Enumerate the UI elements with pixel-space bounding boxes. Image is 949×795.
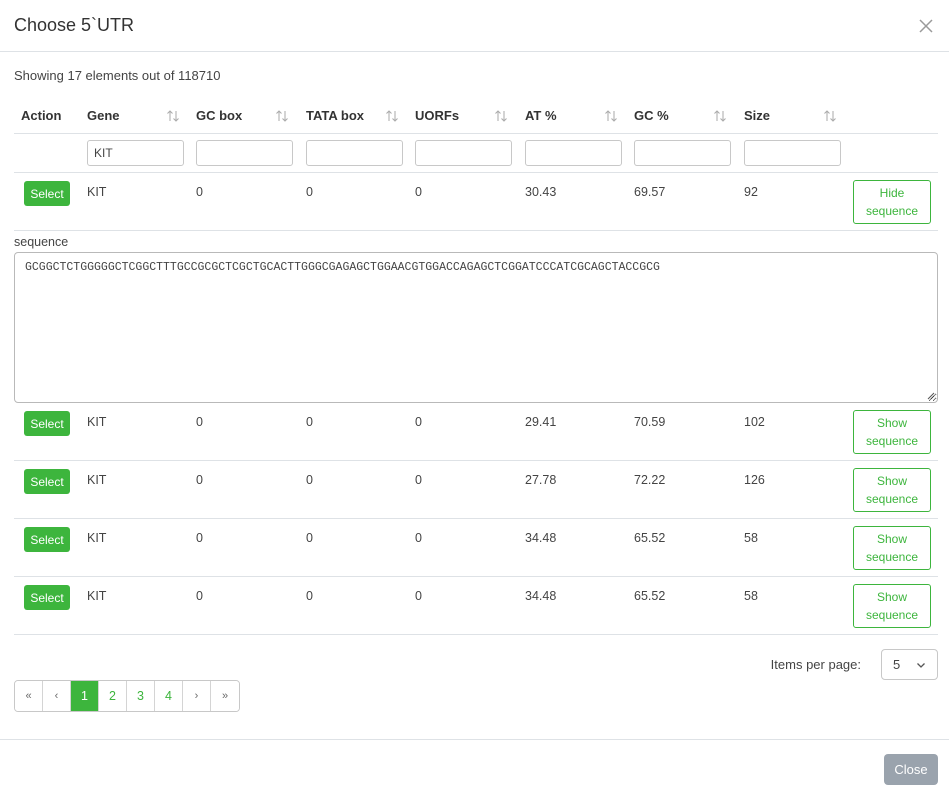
- sort-icon[interactable]: [275, 109, 289, 123]
- page-button-2[interactable]: 2: [99, 681, 127, 711]
- gc-filter-input[interactable]: [634, 140, 731, 166]
- gc-box-cell: 0: [196, 185, 203, 199]
- uorfs-cell: 0: [415, 415, 422, 429]
- close-button[interactable]: Close: [884, 754, 938, 785]
- prev-page-button[interactable]: ‹: [43, 681, 71, 711]
- gc-cell: 70.59: [634, 415, 666, 429]
- sort-icon[interactable]: [385, 109, 399, 123]
- size-filter-input[interactable]: [744, 140, 841, 166]
- at-cell: 29.41: [525, 415, 557, 429]
- table-row: Select KIT 0 0 0 29.41 70.59 102 Show se…: [14, 403, 938, 461]
- sort-icon[interactable]: [494, 109, 508, 123]
- size-cell: 92: [744, 185, 758, 199]
- tata-box-filter-input[interactable]: [306, 140, 403, 166]
- at-cell: 30.43: [525, 185, 557, 199]
- column-header-gc[interactable]: GC %: [634, 108, 669, 123]
- last-page-button[interactable]: »: [211, 681, 239, 711]
- gc-box-cell: 0: [196, 473, 203, 487]
- gene-cell: KIT: [87, 589, 107, 603]
- items-per-page-value: 5: [893, 657, 901, 672]
- size-cell: 126: [744, 473, 765, 487]
- page-button-1[interactable]: 1: [71, 681, 99, 711]
- column-header-gene[interactable]: Gene: [87, 108, 120, 123]
- resize-grip-icon[interactable]: [925, 390, 935, 400]
- uorfs-cell: 0: [415, 473, 422, 487]
- sequence-label: sequence: [14, 235, 69, 249]
- sort-icon[interactable]: [166, 109, 180, 123]
- sequence-panel: sequence GCGGCTCTGGGGGCTCGGCTTTGCCGCGCTC…: [14, 231, 938, 403]
- column-header-gc-box[interactable]: GC box: [196, 108, 242, 123]
- show-sequence-button[interactable]: Show sequence: [853, 468, 931, 512]
- filter-row: [14, 134, 938, 173]
- modal-footer: Close: [0, 739, 949, 795]
- tata-box-cell: 0: [306, 473, 313, 487]
- table-row: Select KIT 0 0 0 30.43 69.57 92 Hide seq…: [14, 173, 938, 231]
- uorfs-cell: 0: [415, 589, 422, 603]
- close-icon[interactable]: [915, 15, 937, 37]
- at-cell: 34.48: [525, 531, 557, 545]
- gc-cell: 65.52: [634, 589, 666, 603]
- modal-title: Choose 5`UTR: [14, 15, 135, 35]
- select-button[interactable]: Select: [24, 411, 70, 436]
- select-button[interactable]: Select: [24, 527, 70, 552]
- sort-icon[interactable]: [604, 109, 618, 123]
- at-cell: 34.48: [525, 589, 557, 603]
- show-sequence-button[interactable]: Show sequence: [853, 584, 931, 628]
- tata-box-cell: 0: [306, 415, 313, 429]
- select-button[interactable]: Select: [24, 469, 70, 494]
- next-page-button[interactable]: ›: [183, 681, 211, 711]
- size-cell: 102: [744, 415, 765, 429]
- hide-sequence-button[interactable]: Hide sequence: [853, 180, 931, 224]
- sequence-textarea[interactable]: GCGGCTCTGGGGGCTCGGCTTTGCCGCGCTCGCTGCACTT…: [14, 252, 938, 403]
- choose-utr-modal: Choose 5`UTR Showing 17 elements out of …: [0, 0, 949, 795]
- show-sequence-button[interactable]: Show sequence: [853, 410, 931, 454]
- gene-cell: KIT: [87, 473, 107, 487]
- select-button[interactable]: Select: [24, 181, 70, 206]
- gc-box-filter-input[interactable]: [196, 140, 293, 166]
- size-cell: 58: [744, 531, 758, 545]
- at-filter-input[interactable]: [525, 140, 622, 166]
- column-header-size[interactable]: Size: [744, 108, 770, 123]
- table-row: Select KIT 0 0 0 34.48 65.52 58 Show seq…: [14, 519, 938, 577]
- size-cell: 58: [744, 589, 758, 603]
- tata-box-cell: 0: [306, 531, 313, 545]
- column-header-uorfs[interactable]: UORFs: [415, 108, 459, 123]
- tata-box-cell: 0: [306, 185, 313, 199]
- column-header-action: Action: [21, 108, 62, 123]
- gc-cell: 69.57: [634, 185, 666, 199]
- show-sequence-button[interactable]: Show sequence: [853, 526, 931, 570]
- uorfs-filter-input[interactable]: [415, 140, 512, 166]
- gc-cell: 72.22: [634, 473, 666, 487]
- first-page-button[interactable]: «: [15, 681, 43, 711]
- column-header-at[interactable]: AT %: [525, 108, 557, 123]
- at-cell: 27.78: [525, 473, 557, 487]
- pagination: « ‹ 1 2 3 4 › »: [14, 680, 240, 712]
- uorfs-cell: 0: [415, 185, 422, 199]
- gene-cell: KIT: [87, 531, 107, 545]
- sequence-text: GCGGCTCTGGGGGCTCGGCTTTGCCGCGCTCGCTGCACTT…: [25, 261, 660, 274]
- gene-cell: KIT: [87, 415, 107, 429]
- table-row: Select KIT 0 0 0 27.78 72.22 126 Show se…: [14, 461, 938, 519]
- uorfs-cell: 0: [415, 531, 422, 545]
- gc-box-cell: 0: [196, 415, 203, 429]
- table-row: Select KIT 0 0 0 34.48 65.52 58 Show seq…: [14, 577, 938, 635]
- results-summary: Showing 17 elements out of 118710: [14, 68, 221, 83]
- items-per-page-label: Items per page:: [770, 657, 861, 672]
- gc-box-cell: 0: [196, 589, 203, 603]
- gene-filter-input[interactable]: [87, 140, 184, 166]
- tata-box-cell: 0: [306, 589, 313, 603]
- gene-cell: KIT: [87, 185, 107, 199]
- page-button-3[interactable]: 3: [127, 681, 155, 711]
- chevron-down-icon: [917, 663, 925, 668]
- modal-header: Choose 5`UTR: [0, 0, 949, 52]
- select-button[interactable]: Select: [24, 585, 70, 610]
- items-per-page-select[interactable]: 5: [881, 649, 938, 680]
- gc-cell: 65.52: [634, 531, 666, 545]
- page-button-4[interactable]: 4: [155, 681, 183, 711]
- table-header: Action Gene GC box TATA box UORFs AT % G…: [14, 94, 938, 134]
- column-header-tata-box[interactable]: TATA box: [306, 108, 364, 123]
- gc-box-cell: 0: [196, 531, 203, 545]
- sort-icon[interactable]: [823, 109, 837, 123]
- sort-icon[interactable]: [713, 109, 727, 123]
